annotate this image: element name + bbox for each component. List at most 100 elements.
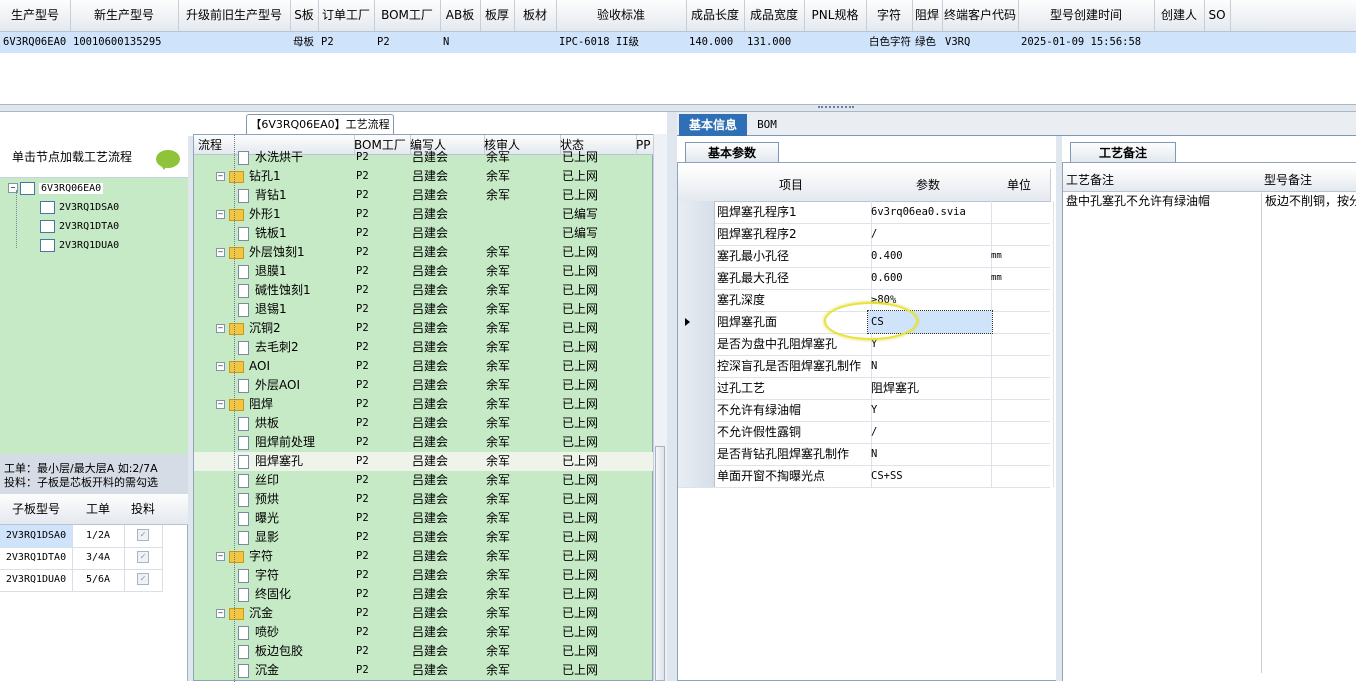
param-row[interactable]: 不允许假性露铜 / <box>678 421 1054 444</box>
column-header[interactable]: 新生产型号 <box>70 0 179 31</box>
param-value[interactable]: N <box>868 443 992 465</box>
process-status[interactable]: 已上网 <box>562 585 632 604</box>
process-reviewer[interactable]: 余军 <box>486 300 556 319</box>
process-bom[interactable]: P2 <box>356 414 406 433</box>
row-selector[interactable] <box>678 223 715 245</box>
process-writer[interactable]: 吕建会 <box>412 357 480 376</box>
horizontal-splitter[interactable] <box>0 104 1356 112</box>
grid-cell[interactable] <box>1154 32 1207 53</box>
process-bom[interactable]: P2 <box>356 452 406 471</box>
param-unit[interactable] <box>988 399 1054 421</box>
param-unit[interactable] <box>988 223 1054 245</box>
process-name-cell[interactable]: − AOI <box>216 357 350 376</box>
param-unit[interactable]: mm <box>988 267 1054 289</box>
process-writer[interactable]: 吕建会 <box>412 338 480 357</box>
checkbox[interactable]: ✓ <box>137 551 149 563</box>
column-header-item[interactable]: 项目 <box>714 169 869 202</box>
column-header[interactable]: 板厚 <box>480 0 515 31</box>
param-row[interactable]: 单面开窗不掏曝光点 CS+SS <box>678 465 1054 488</box>
process-name-cell[interactable]: 背钻1 <box>238 186 350 205</box>
process-writer[interactable]: 吕建会 <box>412 205 480 224</box>
param-unit[interactable] <box>988 289 1054 311</box>
grid-cell[interactable] <box>514 32 559 53</box>
process-writer[interactable]: 吕建会 <box>412 319 480 338</box>
splitter-grip-icon[interactable] <box>818 106 854 110</box>
process-reviewer[interactable]: 余军 <box>486 281 556 300</box>
param-unit[interactable] <box>988 465 1054 487</box>
process-writer[interactable]: 吕建会 <box>412 224 480 243</box>
sub-board-order[interactable]: 1/2A <box>72 525 125 548</box>
process-writer[interactable]: 吕建会 <box>412 262 480 281</box>
process-name-cell[interactable]: 碱性蚀刻1 <box>238 281 350 300</box>
grid-cell[interactable] <box>178 32 293 53</box>
process-reviewer[interactable] <box>486 205 556 224</box>
process-writer[interactable]: 吕建会 <box>412 281 480 300</box>
process-reviewer[interactable]: 余军 <box>486 490 556 509</box>
grid-cell[interactable]: 6V3RQ06EA0 <box>0 32 73 53</box>
process-reviewer[interactable]: 余军 <box>486 661 556 680</box>
column-header[interactable]: 字符 <box>866 0 913 31</box>
param-row[interactable]: 阻焊塞孔程序2/ <box>678 223 1054 246</box>
tree-node-child[interactable]: 2V3RQ1DTA0 <box>40 218 119 236</box>
process-bom[interactable]: P2 <box>356 661 406 680</box>
process-bom[interactable]: P2 <box>356 509 406 528</box>
process-row[interactable]: − 外层蚀刻1 P2 吕建会 余军 已上网 <box>194 243 654 262</box>
param-value[interactable]: 6v3rq06ea0.svia <box>868 201 992 223</box>
process-writer[interactable]: 吕建会 <box>412 167 480 186</box>
process-row[interactable]: 铣板1 P2 吕建会 已编写 <box>194 224 654 243</box>
process-bom[interactable]: P2 <box>356 300 406 319</box>
process-name-cell[interactable]: 板边包胶 <box>238 642 350 661</box>
process-status[interactable]: 已上网 <box>562 414 632 433</box>
process-status[interactable]: 已上网 <box>562 148 632 167</box>
process-bom[interactable]: P2 <box>356 547 406 566</box>
process-bom[interactable]: P2 <box>356 395 406 414</box>
process-reviewer[interactable]: 余军 <box>486 528 556 547</box>
process-writer[interactable]: 吕建会 <box>412 490 480 509</box>
process-writer[interactable]: 吕建会 <box>412 452 480 471</box>
process-status[interactable]: 已上网 <box>562 300 632 319</box>
process-row[interactable]: 沉金 P2 吕建会 余军 已上网 <box>194 661 654 680</box>
param-unit[interactable] <box>988 377 1054 399</box>
grid-cell[interactable]: 绿色 <box>912 32 945 53</box>
process-reviewer[interactable]: 余军 <box>486 566 556 585</box>
process-row[interactable]: − 外形1 P2 吕建会 已编写 <box>194 205 654 224</box>
param-unit[interactable] <box>988 443 1054 465</box>
process-row[interactable]: − 钻孔1 P2 吕建会 余军 已上网 <box>194 167 654 186</box>
param-item[interactable]: 控深盲孔是否阻焊塞孔制作 <box>714 355 872 377</box>
column-header[interactable]: 阻焊 <box>912 0 943 31</box>
tree-node-root[interactable]: −6V3RQ06EA0 <box>8 180 104 198</box>
process-row[interactable]: 烘板 P2 吕建会 余军 已上网 <box>194 414 654 433</box>
param-value[interactable]: N <box>868 355 992 377</box>
param-value[interactable]: 0.600 <box>868 267 992 289</box>
param-unit[interactable] <box>988 311 1054 333</box>
process-row[interactable]: 板边包胶 P2 吕建会 余军 已上网 <box>194 642 654 661</box>
process-reviewer[interactable]: 余军 <box>486 452 556 471</box>
process-reviewer[interactable]: 余军 <box>486 186 556 205</box>
column-header-feed[interactable]: 投料 <box>124 494 163 525</box>
process-status[interactable]: 已上网 <box>562 661 632 680</box>
feed-checkbox-cell[interactable]: ✓ <box>124 525 163 548</box>
process-bom[interactable]: P2 <box>356 357 406 376</box>
process-reviewer[interactable]: 余军 <box>486 471 556 490</box>
column-header-unit[interactable]: 单位 <box>988 169 1051 202</box>
process-bom[interactable]: P2 <box>356 243 406 262</box>
process-name-cell[interactable]: 去毛刺2 <box>238 338 350 357</box>
param-item[interactable]: 是否背钻孔阻焊塞孔制作 <box>714 443 872 465</box>
process-row[interactable]: 阻焊塞孔 P2 吕建会 余军 已上网 <box>194 452 654 471</box>
process-status[interactable]: 已上网 <box>562 566 632 585</box>
process-writer[interactable]: 吕建会 <box>412 604 480 623</box>
grid-cell[interactable]: 白色字符 <box>866 32 915 53</box>
process-bom[interactable]: P2 <box>356 471 406 490</box>
process-reviewer[interactable]: 余军 <box>486 604 556 623</box>
process-row[interactable]: 曝光 P2 吕建会 余军 已上网 <box>194 509 654 528</box>
column-header[interactable]: 板材 <box>514 0 557 31</box>
process-name-cell[interactable]: 预烘 <box>238 490 350 509</box>
process-bom[interactable]: P2 <box>356 585 406 604</box>
process-name-cell[interactable]: 丝印 <box>238 471 350 490</box>
column-header-order[interactable]: 工单 <box>72 494 125 525</box>
collapse-icon[interactable]: − <box>216 400 225 409</box>
row-selector[interactable] <box>678 355 715 377</box>
process-writer[interactable]: 吕建会 <box>412 414 480 433</box>
tree-node-child[interactable]: 2V3RQ1DUA0 <box>40 237 119 255</box>
process-writer[interactable]: 吕建会 <box>412 642 480 661</box>
